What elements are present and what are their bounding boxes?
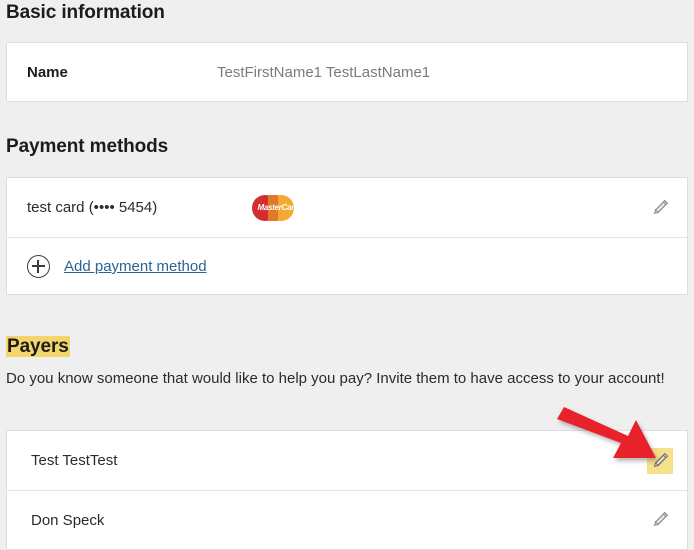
mastercard-logo-text: MasterCard xyxy=(257,202,299,212)
circle-plus-icon xyxy=(27,255,50,278)
payment-methods-heading: Payment methods xyxy=(6,136,169,157)
edit-payment-method-button[interactable] xyxy=(647,195,673,221)
edit-payer-button-don-speck[interactable] xyxy=(647,507,673,533)
card-name-label: test card (•••• 5454) xyxy=(27,199,158,216)
payers-heading: Payers xyxy=(0,336,70,358)
basic-information-heading: Basic information xyxy=(6,2,165,23)
payers-heading-text: Payers xyxy=(6,336,70,357)
pencil-icon xyxy=(654,199,669,214)
account-settings-page: Basic information Name TestFirstName1 Te… xyxy=(0,0,694,550)
payers-description: Do you know someone that would like to h… xyxy=(6,370,665,387)
name-label: Name xyxy=(27,64,68,81)
payer-name-label: Don Speck xyxy=(31,511,105,529)
payers-panel: Test TestTest Don Speck xyxy=(6,430,688,550)
mastercard-logo-icon: MasterCard xyxy=(252,192,304,224)
payment-method-row: test card (•••• 5454) MasterCard xyxy=(7,178,687,237)
edit-payer-button-test-testtest[interactable] xyxy=(647,447,673,474)
payer-row: Don Speck xyxy=(7,490,687,549)
pencil-icon xyxy=(654,511,669,526)
payer-name-label: Test TestTest xyxy=(31,452,118,469)
name-row: Name TestFirstName1 TestLastName1 xyxy=(7,43,687,102)
payment-methods-panel: test card (•••• 5454) MasterCard Add pay… xyxy=(6,177,688,295)
basic-information-panel: Name TestFirstName1 TestLastName1 xyxy=(6,42,688,102)
pencil-icon xyxy=(654,452,669,467)
add-payment-method-link[interactable]: Add payment method xyxy=(64,258,207,275)
add-payment-method-row[interactable]: Add payment method xyxy=(7,237,687,295)
payer-row: Test TestTest xyxy=(7,431,687,490)
name-value: TestFirstName1 TestLastName1 xyxy=(217,64,431,81)
